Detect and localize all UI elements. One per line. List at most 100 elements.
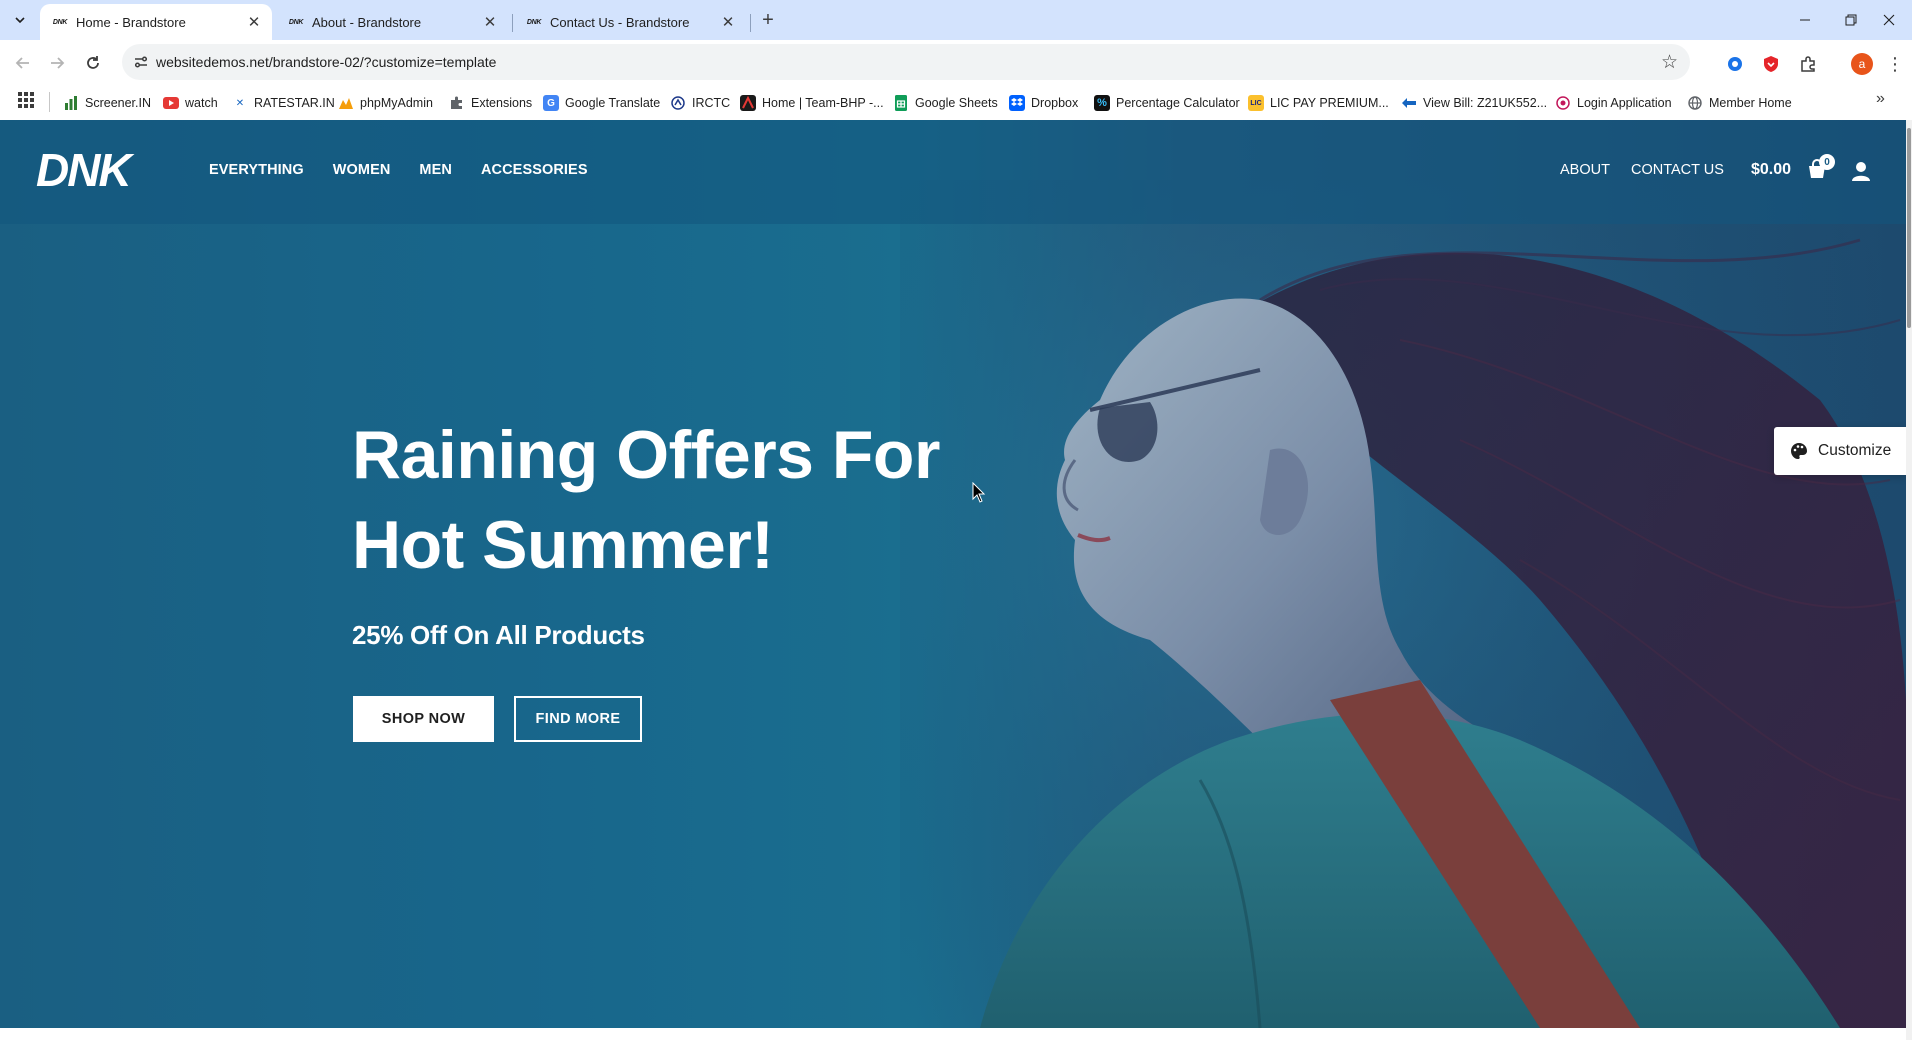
- minimize-button[interactable]: [1782, 0, 1828, 40]
- bookmark-member-home[interactable]: Member Home: [1687, 92, 1792, 114]
- sheets-icon: [893, 95, 909, 111]
- reload-icon: [87, 56, 99, 69]
- bookmark-label: View Bill: Z21UK552...: [1423, 96, 1548, 110]
- bookmark-google-translate[interactable]: G Google Translate: [543, 92, 660, 114]
- bookmark-label: Member Home: [1709, 96, 1792, 110]
- bookmark-label: Google Translate: [565, 96, 661, 110]
- dnk-favicon-icon: DNK: [52, 18, 68, 26]
- browser-toolbar: websitedemos.net/brandstore-02/?customiz…: [0, 40, 1912, 86]
- customize-button[interactable]: Customize: [1774, 427, 1906, 475]
- bookmark-team-bhp[interactable]: Home | Team-BHP -...: [740, 92, 884, 114]
- nav-men[interactable]: MEN: [419, 162, 452, 178]
- hero-subtitle: 25% Off On All Products: [352, 620, 645, 650]
- cart-total[interactable]: $0.00: [1751, 161, 1791, 179]
- bookmark-irctc[interactable]: IRCTC: [670, 92, 730, 114]
- page-scrollbar[interactable]: [1906, 120, 1912, 1040]
- globe-icon: [1687, 95, 1703, 111]
- close-icon[interactable]: ✕: [480, 12, 500, 32]
- site-header: DNK EVERYTHING WOMEN MEN ACCESSORIES ABO…: [0, 120, 1906, 224]
- irctc-icon: [670, 95, 686, 111]
- page-bottom-strip: [0, 1028, 1906, 1040]
- tab-title: Home - Brandstore: [76, 14, 186, 30]
- customize-label: Customize: [1818, 442, 1892, 459]
- forward-button[interactable]: [42, 48, 72, 78]
- bookmark-label: Screener.IN: [85, 96, 152, 110]
- apps-grid-icon[interactable]: [18, 92, 34, 108]
- bookmark-percentage-calculator[interactable]: % Percentage Calculator: [1094, 92, 1240, 114]
- bookmark-label: Percentage Calculator: [1116, 96, 1240, 110]
- tab-title: Contact Us - Brandstore: [550, 14, 690, 30]
- bookmark-ratestar[interactable]: ✕ RATESTAR.IN: [232, 92, 335, 114]
- extensions-puzzle-icon[interactable]: [1797, 53, 1819, 75]
- find-more-button[interactable]: FIND MORE: [514, 696, 642, 742]
- dropbox-icon: [1009, 95, 1025, 111]
- dnk-favicon-icon: DNK: [288, 18, 304, 26]
- tab-about[interactable]: DNK About - Brandstore ✕: [276, 4, 508, 40]
- bookmark-label: Login Application: [1577, 96, 1672, 110]
- puzzle-icon: [449, 95, 465, 111]
- logo-text: DNK: [36, 144, 134, 196]
- chevron-down-icon: [15, 17, 25, 24]
- tab-home[interactable]: DNK Home - Brandstore ✕: [40, 4, 272, 40]
- bookmark-google-sheets[interactable]: Google Sheets: [893, 92, 998, 114]
- tab-strip: DNK Home - Brandstore ✕ DNK About - Bran…: [0, 0, 1912, 40]
- bookmark-extensions[interactable]: Extensions: [449, 92, 532, 114]
- bookmark-label: Google Sheets: [915, 96, 998, 110]
- bookmark-label: watch: [185, 96, 218, 110]
- bill-icon: [1401, 95, 1417, 111]
- back-button[interactable]: [8, 48, 38, 78]
- nav-everything[interactable]: EVERYTHING: [209, 162, 304, 178]
- hero-title: Raining Offers For Hot Summer!: [352, 410, 972, 590]
- page-viewport: DNK EVERYTHING WOMEN MEN ACCESSORIES ABO…: [0, 120, 1906, 1028]
- reload-button[interactable]: [78, 48, 108, 78]
- bookmark-label: phpMyAdmin: [360, 96, 433, 110]
- bookmark-phpmyadmin[interactable]: phpMyAdmin: [338, 92, 433, 114]
- cart-count-badge: 0: [1819, 154, 1835, 170]
- bookmark-dropbox[interactable]: Dropbox: [1009, 92, 1078, 114]
- bookmark-login-application[interactable]: Login Application: [1555, 92, 1672, 114]
- scrollbar-thumb[interactable]: [1907, 128, 1911, 328]
- tab-separator: [512, 14, 513, 32]
- bookmark-label: Home | Team-BHP -...: [762, 96, 884, 110]
- arrow-left-icon: [15, 57, 29, 69]
- bookmark-view-bill[interactable]: View Bill: Z21UK552...: [1401, 92, 1547, 114]
- profile-avatar[interactable]: a: [1851, 53, 1873, 75]
- tab-contact[interactable]: DNK Contact Us - Brandstore ✕: [514, 4, 746, 40]
- close-icon[interactable]: ✕: [718, 12, 738, 32]
- bookmarks-divider: [49, 92, 50, 112]
- close-window-button[interactable]: [1866, 0, 1912, 40]
- extension-1-icon[interactable]: [1724, 53, 1746, 75]
- shield-extension-icon[interactable]: [1760, 53, 1782, 75]
- phpmyadmin-icon: [338, 95, 354, 111]
- user-account-icon[interactable]: [1850, 160, 1872, 182]
- dnk-logo[interactable]: DNK: [34, 144, 154, 196]
- shop-now-button[interactable]: SHOP NOW: [353, 696, 494, 742]
- nav-women[interactable]: WOMEN: [333, 162, 391, 178]
- bookmark-lic-pay-premium[interactable]: LIC LIC PAY PREMIUM...: [1248, 92, 1389, 114]
- close-icon[interactable]: ✕: [244, 12, 264, 32]
- close-icon: [1883, 14, 1895, 26]
- minimize-icon: [1800, 19, 1810, 21]
- nav-about[interactable]: ABOUT: [1560, 162, 1610, 178]
- youtube-icon: [163, 95, 179, 111]
- nav-contact-us[interactable]: CONTACT US: [1631, 162, 1724, 178]
- login-icon: [1555, 95, 1571, 111]
- bookmark-screener[interactable]: Screener.IN: [63, 92, 151, 114]
- chevron-double-right-icon[interactable]: »: [1876, 90, 1885, 108]
- tab-search-button[interactable]: [8, 8, 32, 32]
- bookmark-star-icon[interactable]: ☆: [1661, 51, 1678, 74]
- mouse-cursor-icon: [972, 482, 986, 503]
- nav-accessories[interactable]: ACCESSORIES: [481, 162, 588, 178]
- palette-icon: [1791, 443, 1807, 459]
- browser-menu-icon[interactable]: ⋮: [1886, 52, 1904, 76]
- bookmark-label: IRCTC: [692, 96, 731, 110]
- address-bar[interactable]: websitedemos.net/brandstore-02/?customiz…: [122, 44, 1690, 80]
- percent-icon: %: [1094, 95, 1110, 111]
- bar-chart-icon: [63, 95, 79, 111]
- new-tab-button[interactable]: +: [756, 8, 780, 32]
- site-info-icon[interactable]: [132, 53, 150, 71]
- hero-woman-illustration: [900, 180, 1906, 1028]
- bookmark-watch[interactable]: watch: [163, 92, 218, 114]
- tab-separator: [750, 14, 751, 32]
- tab-title: About - Brandstore: [312, 14, 422, 30]
